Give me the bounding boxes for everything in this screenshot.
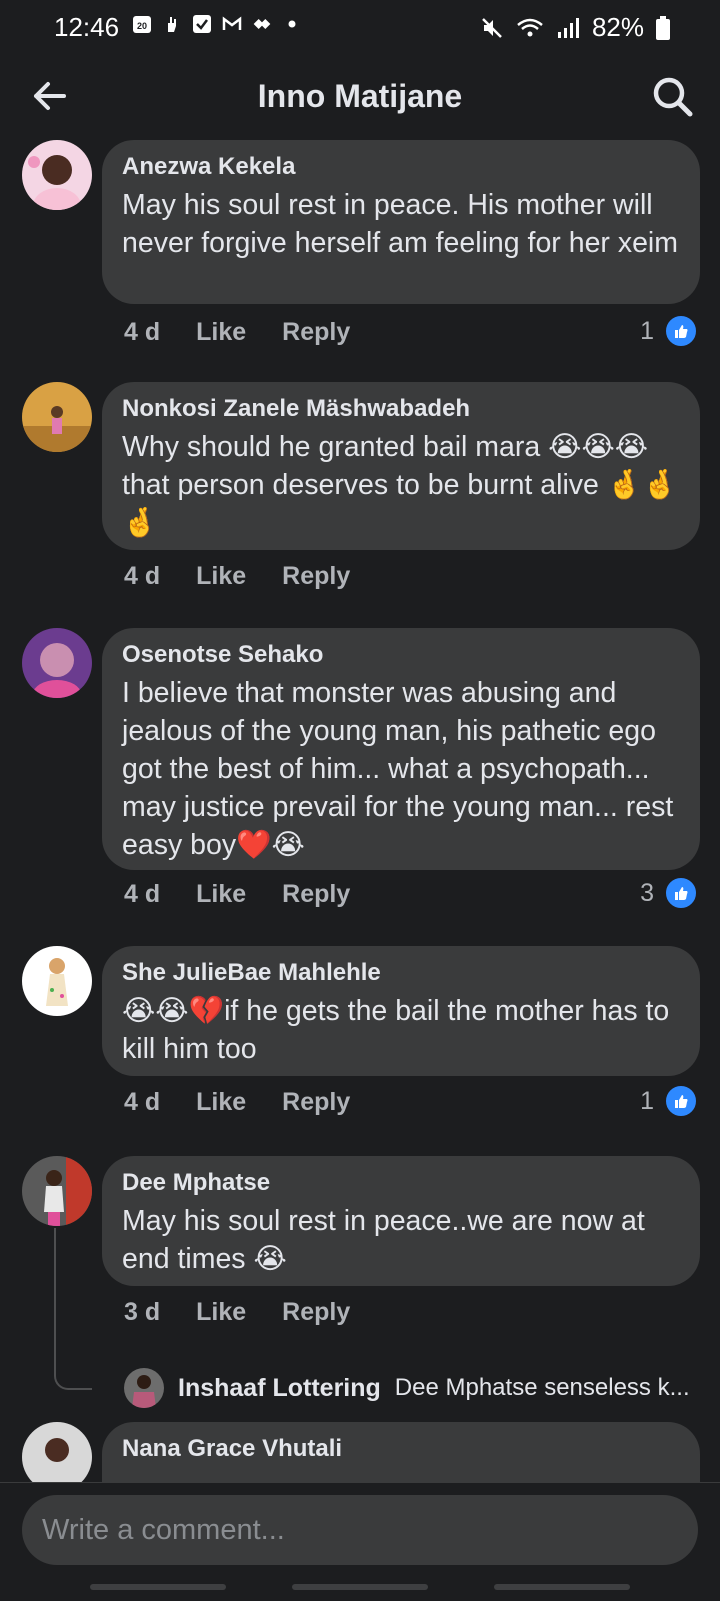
reply-button[interactable]: Reply bbox=[282, 1088, 350, 1117]
thumbs-up-icon bbox=[664, 314, 698, 348]
notification-icons: 20 bbox=[132, 14, 302, 34]
dot-icon bbox=[288, 20, 296, 28]
reply-thread-line bbox=[54, 1228, 92, 1390]
calendar-icon: 20 bbox=[133, 16, 151, 33]
page-title: Inno Matijane bbox=[257, 78, 463, 114]
nav-hint-center bbox=[292, 1584, 428, 1590]
reaction-summary[interactable]: 3 bbox=[640, 876, 698, 910]
like-button[interactable]: Like bbox=[196, 1088, 246, 1117]
comment-time: 4 d bbox=[124, 562, 161, 590]
comment-bubble[interactable]: She JulieBae Mahlehle 😭😭💔if he gets the … bbox=[102, 946, 700, 1076]
search-icon[interactable] bbox=[650, 74, 694, 118]
status-time: 12:46 bbox=[54, 12, 120, 42]
comment-bubble[interactable]: Anezwa Kekela May his soul rest in peace… bbox=[102, 140, 700, 304]
battery-percentage: 82% bbox=[591, 12, 644, 42]
comment-bubble[interactable]: Nonkosi Zanele Mäshwabadeh Why should he… bbox=[102, 382, 700, 550]
comment-actions: 4 d Like Reply bbox=[124, 562, 350, 591]
nav-hint-right bbox=[494, 1584, 630, 1590]
reply-button[interactable]: Reply bbox=[282, 880, 350, 909]
comment-actions: 3 d Like Reply bbox=[124, 1298, 350, 1327]
gmail-icon bbox=[222, 16, 242, 30]
reaction-count: 3 bbox=[640, 878, 654, 907]
avatar[interactable] bbox=[22, 1156, 92, 1226]
reaction-count: 1 bbox=[640, 316, 654, 345]
reply-preview[interactable]: Inshaaf Lottering Dee Mphatse senseless … bbox=[124, 1368, 690, 1408]
avatar[interactable] bbox=[22, 1422, 92, 1482]
comment-actions: 4 d Like Reply bbox=[124, 318, 350, 347]
battery-icon bbox=[656, 15, 670, 40]
comment-bubble[interactable]: Osenotse Sehako I believe that monster w… bbox=[102, 628, 700, 870]
svg-text:20: 20 bbox=[137, 21, 147, 31]
comment-text: May his soul rest in peace. His mother w… bbox=[122, 189, 679, 259]
avatar[interactable] bbox=[22, 946, 92, 1016]
comment-text: I believe that monster was abusing and j… bbox=[122, 677, 674, 861]
mute-icon bbox=[482, 17, 502, 38]
reaction-count: 1 bbox=[640, 1086, 654, 1115]
wifi-icon bbox=[517, 18, 543, 36]
comment-time: 3 d bbox=[124, 1298, 161, 1326]
comment-time: 4 d bbox=[124, 880, 161, 908]
reaction-summary[interactable]: 1 bbox=[640, 1084, 698, 1118]
comment-time: 4 d bbox=[124, 318, 161, 346]
avatar[interactable] bbox=[22, 628, 92, 698]
comment-text: 😭😭💔if he gets the bail the mother has to… bbox=[122, 995, 670, 1065]
comment-text: May his soul rest in peace..we are now a… bbox=[122, 1205, 645, 1275]
thumbs-up-icon bbox=[664, 876, 698, 910]
reaction-summary[interactable]: 1 bbox=[640, 314, 698, 348]
like-button[interactable]: Like bbox=[196, 562, 246, 591]
thumbs-up-icon bbox=[664, 1084, 698, 1118]
comments-list[interactable]: Anezwa Kekela May his soul rest in peace… bbox=[0, 140, 720, 1482]
diamond-icon bbox=[253, 19, 271, 29]
comment-actions: 4 d Like Reply bbox=[124, 880, 350, 909]
comment-time: 4 d bbox=[124, 1088, 161, 1116]
reply-button[interactable]: Reply bbox=[282, 1298, 350, 1327]
comment-text: Why should he granted bail mara 😭😭😭 that… bbox=[122, 431, 678, 539]
comment-actions: 4 d Like Reply bbox=[124, 1088, 350, 1117]
comment-bubble[interactable]: Dee Mphatse May his soul rest in peace..… bbox=[102, 1156, 700, 1286]
comment-author[interactable]: Osenotse Sehako bbox=[122, 640, 680, 670]
avatar[interactable] bbox=[22, 382, 92, 452]
reply-button[interactable]: Reply bbox=[282, 562, 350, 591]
avatar[interactable] bbox=[124, 1368, 164, 1408]
hand-icon bbox=[168, 17, 176, 32]
nav-hint-left bbox=[90, 1584, 226, 1590]
reply-author[interactable]: Inshaaf Lottering bbox=[178, 1374, 381, 1403]
comment-author[interactable]: Dee Mphatse bbox=[122, 1168, 680, 1198]
avatar[interactable] bbox=[22, 140, 92, 210]
reply-button[interactable]: Reply bbox=[282, 318, 350, 347]
comment-input[interactable] bbox=[22, 1495, 698, 1565]
comment-bubble[interactable]: Nana Grace Vhutali bbox=[102, 1422, 700, 1482]
like-button[interactable]: Like bbox=[196, 880, 246, 909]
checkbox-icon bbox=[193, 15, 211, 33]
app-header: Inno Matijane bbox=[0, 52, 720, 140]
system-icons: 82% bbox=[480, 12, 670, 43]
like-button[interactable]: Like bbox=[196, 1298, 246, 1327]
comment-author[interactable]: Nonkosi Zanele Mäshwabadeh bbox=[122, 394, 680, 424]
comment-author[interactable]: Nana Grace Vhutali bbox=[122, 1434, 680, 1464]
comment-author[interactable]: Anezwa Kekela bbox=[122, 152, 680, 182]
signal-icon bbox=[557, 17, 579, 38]
reply-text: Dee Mphatse senseless k... bbox=[394, 1374, 690, 1401]
comment-author[interactable]: She JulieBae Mahlehle bbox=[122, 958, 680, 988]
like-button[interactable]: Like bbox=[196, 318, 246, 347]
status-bar: 12:46 20 82% bbox=[0, 0, 720, 52]
